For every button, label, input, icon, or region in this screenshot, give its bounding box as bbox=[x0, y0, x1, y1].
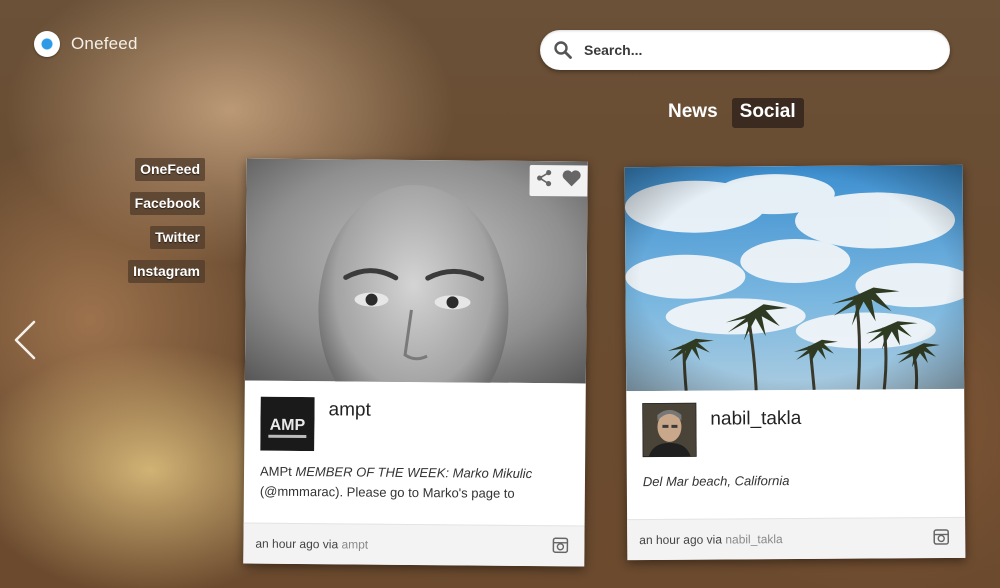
app-logo[interactable]: Onefeed bbox=[34, 31, 138, 57]
avatar[interactable]: AMP bbox=[260, 396, 315, 452]
caption-line1-plain: AMPt bbox=[259, 463, 296, 479]
via-label: via bbox=[706, 532, 723, 547]
avatar-logo-text: AMP bbox=[270, 417, 306, 434]
caption-text: Del Mar beach, California bbox=[642, 473, 790, 490]
instagram-icon[interactable] bbox=[552, 537, 569, 554]
caption-line1-italic: MEMBER OF THE WEEK: Marko Mikulic bbox=[295, 463, 533, 482]
app-window: Onefeed News Social OneFeed Facebook Twi… bbox=[0, 0, 1000, 588]
post-card[interactable]: nabil_takla Del Mar beach, California an… bbox=[624, 164, 966, 561]
chevron-left-icon[interactable] bbox=[10, 318, 40, 362]
caption-line2: (@mmmarac). Please go to Marko's page to bbox=[259, 483, 515, 501]
heart-icon[interactable] bbox=[561, 169, 581, 192]
source-link[interactable]: nabil_takla bbox=[725, 532, 782, 546]
post-photo[interactable] bbox=[624, 164, 966, 392]
post-meta: an hour ago via nabil_takla bbox=[639, 532, 783, 547]
avatar[interactable] bbox=[641, 401, 698, 458]
post-time: an hour ago bbox=[255, 536, 320, 552]
post-username[interactable]: ampt bbox=[328, 399, 370, 421]
source-item-onefeed[interactable]: OneFeed bbox=[135, 158, 205, 181]
source-item-instagram[interactable]: Instagram bbox=[128, 260, 205, 283]
tab-social[interactable]: Social bbox=[731, 98, 804, 128]
post-footer: an hour ago via ampt bbox=[243, 522, 585, 567]
search-bar[interactable] bbox=[540, 30, 950, 70]
via-label: via bbox=[322, 537, 339, 552]
tab-news[interactable]: News bbox=[660, 98, 726, 128]
post-footer: an hour ago via nabil_takla bbox=[627, 516, 966, 561]
post-card[interactable]: AMP ampt AMPt MEMBER OF THE WEEK: Marko … bbox=[243, 158, 588, 567]
app-name: Onefeed bbox=[71, 34, 138, 53]
search-icon[interactable] bbox=[552, 39, 574, 61]
post-caption: Del Mar beach, California bbox=[643, 471, 790, 492]
source-item-twitter[interactable]: Twitter bbox=[150, 226, 205, 249]
search-input[interactable] bbox=[582, 41, 926, 59]
share-icon[interactable] bbox=[535, 169, 553, 192]
onefeed-logo-icon bbox=[34, 31, 60, 57]
post-caption: AMPt MEMBER OF THE WEEK: Marko Mikulic (… bbox=[260, 462, 532, 504]
source-nav: OneFeed Facebook Twitter Instagram bbox=[128, 158, 205, 283]
instagram-icon[interactable] bbox=[933, 529, 950, 545]
post-username[interactable]: nabil_takla bbox=[710, 408, 801, 431]
post-meta: an hour ago via ampt bbox=[255, 537, 368, 552]
source-link[interactable]: ampt bbox=[341, 537, 368, 551]
source-item-facebook[interactable]: Facebook bbox=[129, 192, 205, 215]
post-time: an hour ago bbox=[639, 532, 704, 548]
post-actions bbox=[529, 164, 588, 197]
feed-tabs: News Social bbox=[660, 98, 804, 128]
